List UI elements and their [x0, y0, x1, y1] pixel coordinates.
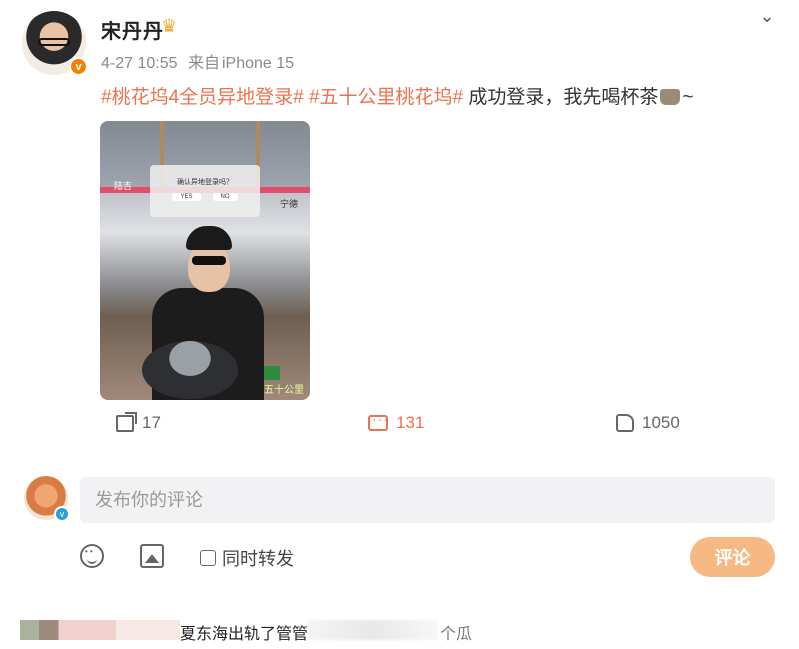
- photo-dialog: 确认异地登录吗？ YES NO: [150, 165, 260, 217]
- submit-comment-button[interactable]: 评论: [690, 537, 775, 577]
- comment-preview-text-2: 个瓜: [440, 626, 473, 643]
- comment-preview-text: 夏东海出轨了管管: [180, 626, 309, 643]
- like-button[interactable]: 1050: [616, 413, 680, 433]
- source-prefix: 来自: [187, 55, 220, 72]
- photo-left-tag: 陆吉: [114, 181, 133, 191]
- share-count: 17: [142, 413, 161, 432]
- comment-input[interactable]: [80, 477, 775, 523]
- repost-label: 同时转发: [222, 549, 294, 569]
- like-icon: [616, 414, 634, 432]
- comment-preview-avatars: [20, 620, 180, 640]
- post-date[interactable]: 4-27 10:55: [101, 55, 178, 72]
- comment-icon: [368, 411, 389, 431]
- chevron-down-icon[interactable]: ⌄: [756, 6, 778, 26]
- comment-button[interactable]: 131: [368, 411, 425, 433]
- verified-badge: v: [69, 57, 88, 76]
- comment-count: 131: [396, 413, 425, 432]
- post-text: #桃花坞4全员异地登录# #五十公里桃花坞# 成功登录，我先喝杯茶 ~: [101, 82, 694, 109]
- photo-no-label: NO: [212, 193, 238, 201]
- post-body: 成功登录，我先喝杯茶: [468, 87, 659, 108]
- like-count: 1050: [642, 413, 680, 432]
- person-face: [188, 244, 230, 292]
- current-user-verified-badge: v: [54, 506, 70, 522]
- hashtag-link[interactable]: #桃花坞4全员异地登录#: [101, 87, 304, 108]
- source-device: iPhone 15: [221, 55, 295, 72]
- comment-preview-blur: [308, 620, 438, 640]
- avatar-glasses: [38, 38, 70, 46]
- repost-checkbox[interactable]: [200, 550, 216, 566]
- hashtag-link[interactable]: #五十公里桃花坞#: [309, 87, 463, 108]
- person-sunglasses: [192, 256, 226, 265]
- person-cap: [186, 226, 232, 250]
- tea-icon: [660, 89, 681, 105]
- post-meta: 4-27 10:55 来自 iPhone 15: [101, 49, 294, 73]
- photo-dialog-title: 确认异地登录吗？: [177, 179, 233, 186]
- post-suffix: ~: [682, 87, 694, 108]
- crown-icon: ♛: [161, 16, 178, 36]
- photo-yes-label: YES: [172, 193, 201, 201]
- post-actions: 17 131 1050: [0, 411, 799, 439]
- photo-logo-box: [264, 366, 280, 380]
- image-icon[interactable]: [140, 544, 164, 568]
- photo-bowl: [142, 341, 238, 399]
- photo-logo-text: 五十公里: [264, 385, 304, 396]
- repost-option[interactable]: 同时转发: [200, 545, 294, 571]
- photo-right-tag: 宁德: [279, 199, 298, 209]
- share-icon: [116, 411, 137, 432]
- post-photo[interactable]: 陆吉 确认异地登录吗？ YES NO 宁德 五十公里: [100, 121, 310, 400]
- username[interactable]: 宋丹丹: [101, 15, 164, 44]
- emoji-icon[interactable]: [80, 544, 104, 568]
- share-button[interactable]: 17: [116, 411, 161, 433]
